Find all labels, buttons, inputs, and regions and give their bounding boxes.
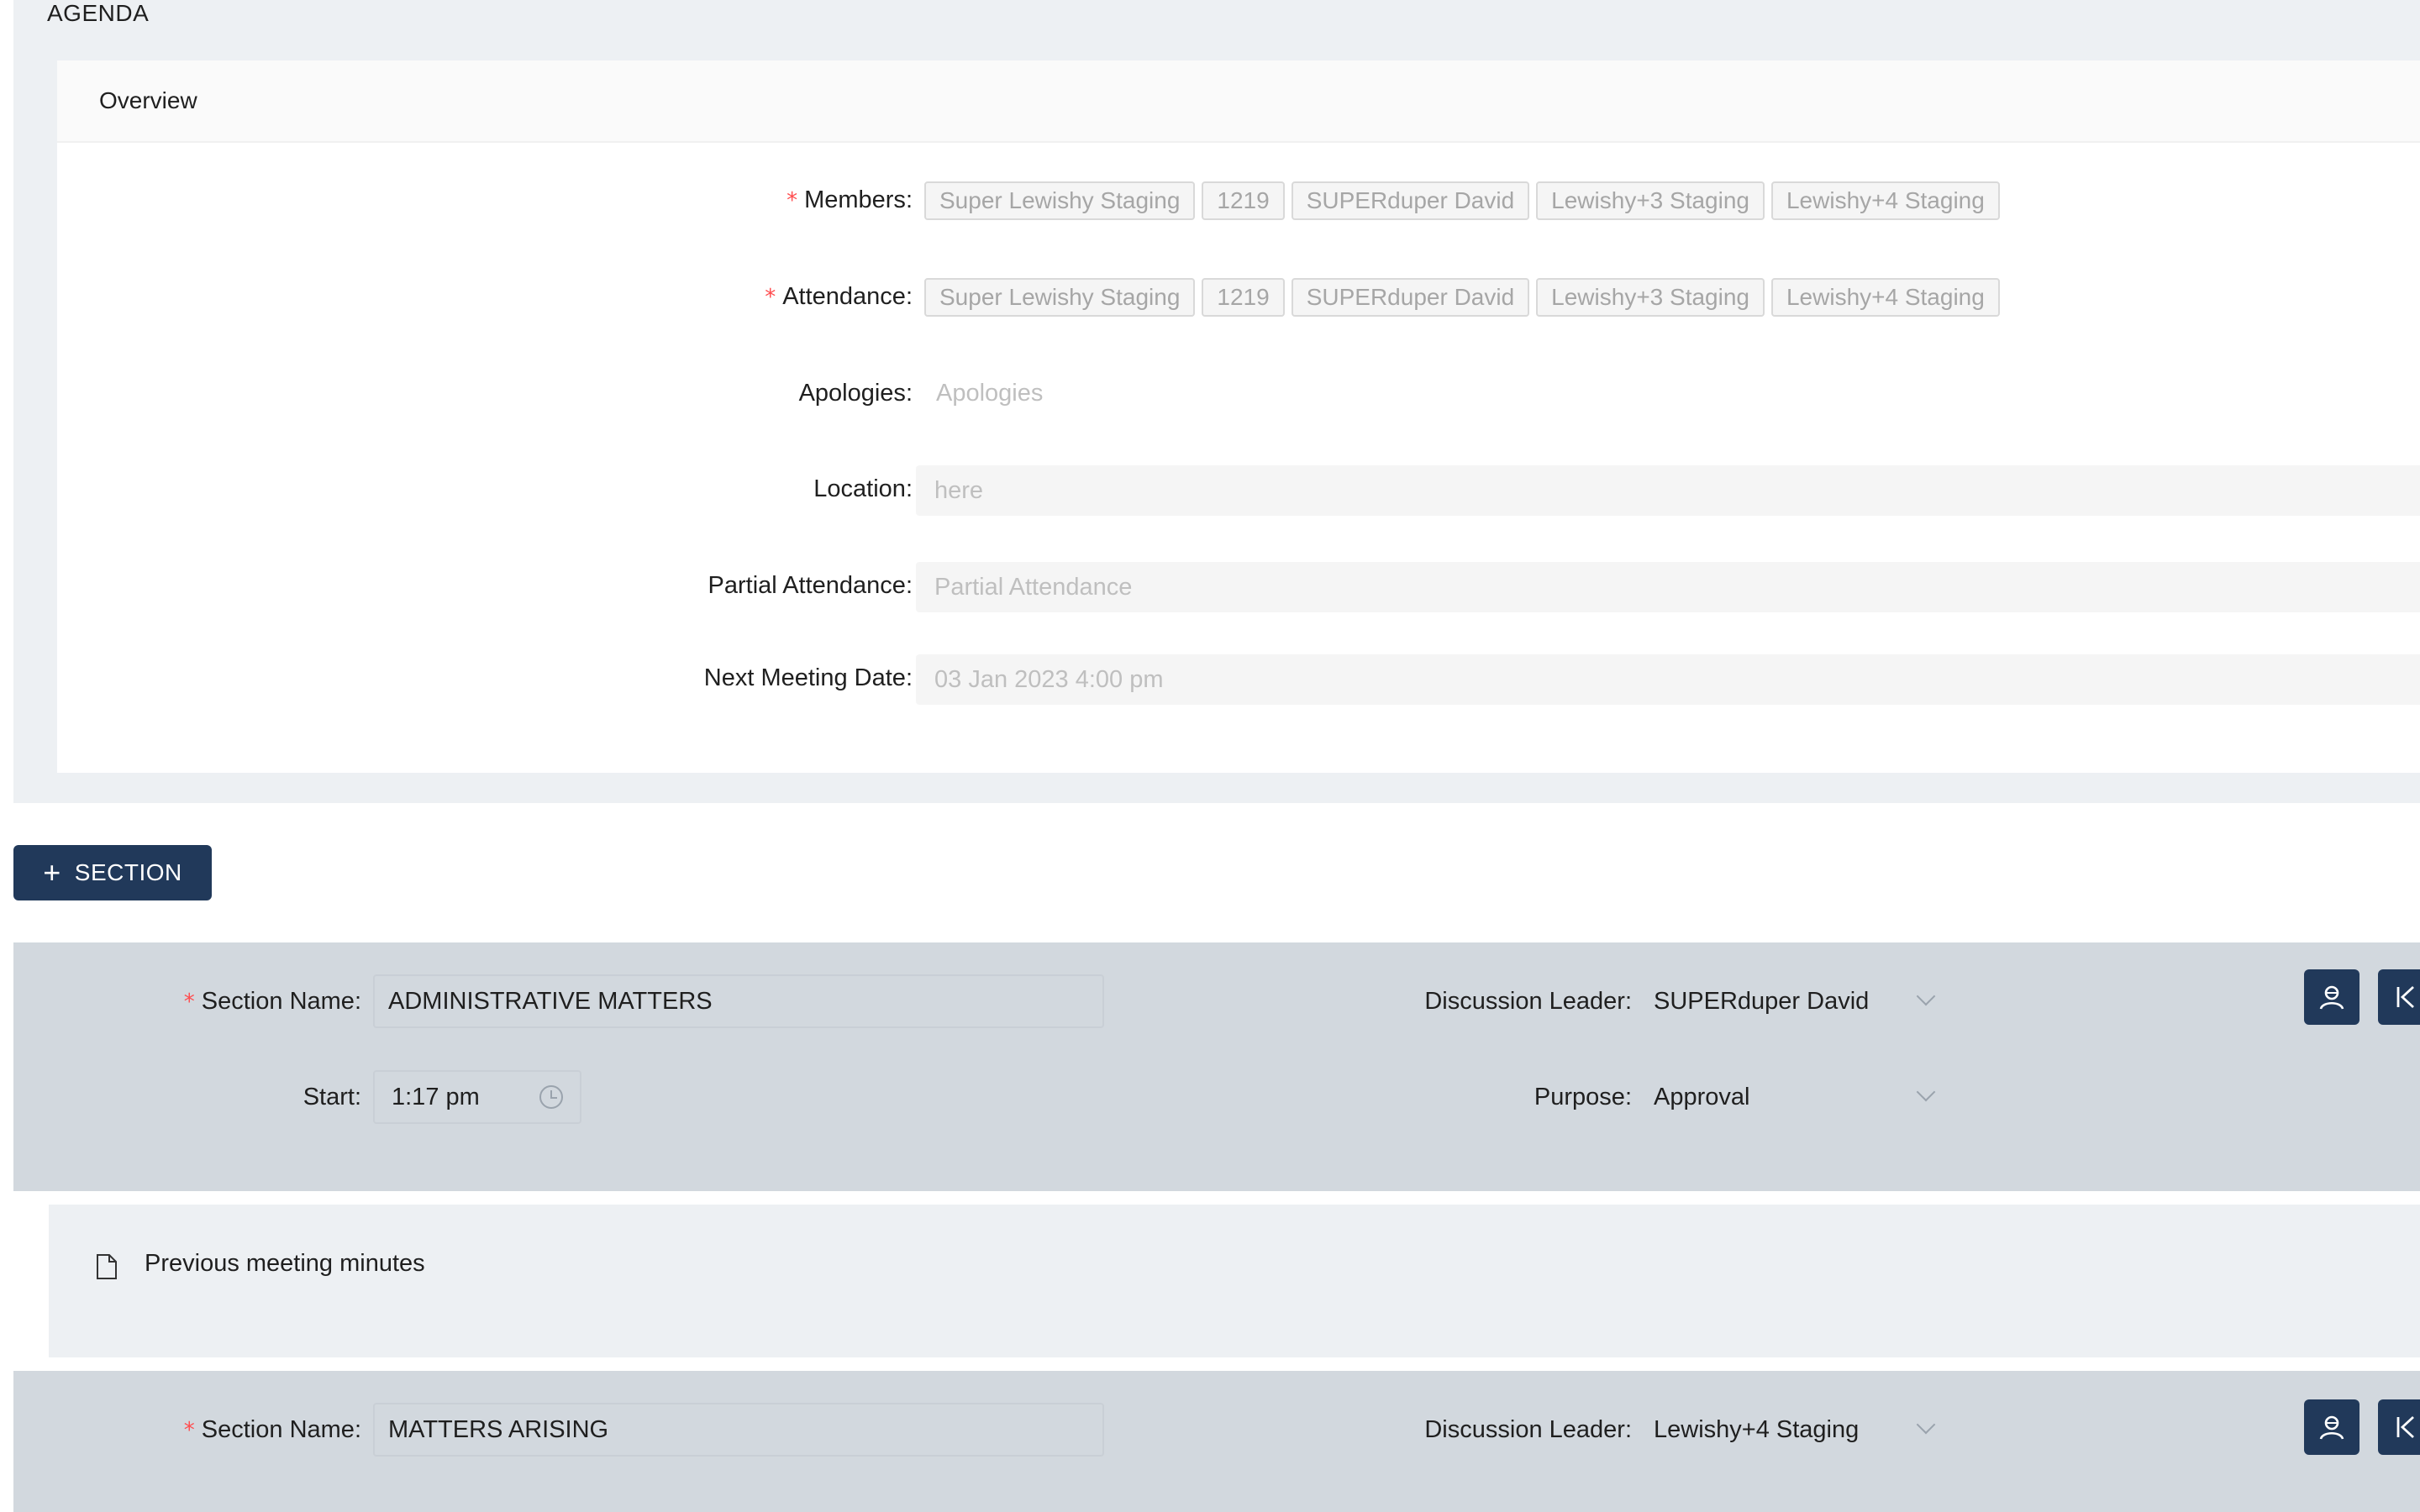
member-tag: 1219	[1202, 181, 1285, 220]
collapse-button[interactable]	[2378, 969, 2420, 1025]
discussion-leader-select[interactable]: SUPERduper David	[1654, 978, 2007, 1025]
collapse-left-icon	[2396, 985, 2414, 1009]
attendance-row: * Attendance: Super Lewishy Staging 1219 …	[57, 270, 2420, 323]
chevron-down-icon	[1916, 1082, 1936, 1102]
section-name-input[interactable]: MATTERS ARISING	[373, 1403, 1104, 1457]
start-label: Start:	[302, 1084, 361, 1110]
section-block: * Section Name: MATTERS ARISING Discussio…	[13, 1371, 2420, 1512]
partial-attendance-label: Partial Attendance:	[708, 572, 913, 599]
location-row: Location: here	[57, 462, 2420, 516]
required-mark: *	[786, 188, 798, 213]
discussion-leader-label: Discussion Leader:	[1424, 1416, 1632, 1443]
attendance-select[interactable]: Super Lewishy Staging 1219 SUPERduper Da…	[924, 278, 2000, 317]
apologies-label: Apologies:	[798, 380, 913, 407]
attendance-label: * Attendance:	[765, 283, 913, 310]
section-name-label: * Section Name:	[183, 988, 361, 1015]
required-mark: *	[765, 285, 776, 310]
add-section-button[interactable]: + SECTION	[13, 845, 212, 900]
file-icon	[97, 1254, 117, 1279]
attendance-tag: Lewishy+3 Staging	[1536, 278, 1765, 317]
section-name-input[interactable]: ADMINISTRATIVE MATTERS	[373, 974, 1104, 1028]
collapse-button[interactable]	[2378, 1399, 2420, 1455]
member-tag: Lewishy+3 Staging	[1536, 181, 1765, 220]
member-tag: Lewishy+4 Staging	[1770, 181, 2000, 220]
overview-card: Overview * Members: Super Lewishy Staging…	[57, 60, 2420, 773]
agenda-item[interactable]: Previous meeting minutes	[49, 1205, 2420, 1357]
plus-icon: +	[43, 855, 61, 890]
attendance-tag: SUPERduper David	[1291, 278, 1530, 317]
discussion-leader-value: Lewishy+4 Staging	[1654, 1416, 1860, 1443]
overview-title: Overview	[99, 87, 197, 113]
purpose-select[interactable]: Approval	[1654, 1074, 2007, 1121]
attendance-tag: Super Lewishy Staging	[924, 278, 1196, 317]
next-meeting-label: Next Meeting Date:	[703, 664, 913, 691]
purpose-value: Approval	[1654, 1084, 1750, 1110]
members-row: * Members: Super Lewishy Staging 1219 SUP…	[57, 173, 2420, 227]
location-label: Location:	[813, 475, 913, 502]
apologies-row: Apologies: Apologies	[57, 366, 2420, 420]
next-meeting-date-input[interactable]: 03 Jan 2023 4:00 pm	[916, 654, 2420, 705]
discussion-leader-select[interactable]: Lewishy+4 Staging	[1654, 1406, 2007, 1453]
agenda-item-title: Previous meeting minutes	[145, 1250, 425, 1277]
required-mark: *	[183, 1418, 195, 1443]
agenda-title: AGENDA	[47, 0, 150, 26]
section-name-label: * Section Name:	[183, 1416, 361, 1443]
assign-user-button[interactable]	[2304, 1399, 2360, 1455]
clock-icon	[539, 1085, 563, 1109]
add-section-label: SECTION	[74, 859, 182, 885]
members-label: * Members:	[786, 186, 913, 213]
members-select[interactable]: Super Lewishy Staging 1219 SUPERduper Da…	[924, 181, 2000, 220]
attendance-tag: 1219	[1202, 278, 1285, 317]
member-tag: Super Lewishy Staging	[924, 181, 1196, 220]
user-icon	[2319, 985, 2344, 1010]
apologies-select[interactable]: Apologies	[936, 366, 1043, 420]
assign-user-button[interactable]	[2304, 969, 2360, 1025]
collapse-left-icon	[2396, 1415, 2414, 1439]
overview-header: Overview	[57, 60, 2420, 143]
next-meeting-row: Next Meeting Date: 03 Jan 2023 4:00 pm	[57, 651, 2420, 705]
attendance-tag: Lewishy+4 Staging	[1770, 278, 2000, 317]
discussion-leader-label: Discussion Leader:	[1424, 988, 1632, 1015]
start-time-value: 1:17 pm	[392, 1084, 480, 1110]
member-tag: SUPERduper David	[1291, 181, 1530, 220]
user-icon	[2319, 1415, 2344, 1440]
partial-attendance-row: Partial Attendance: Partial Attendance	[57, 559, 2420, 612]
discussion-leader-value: SUPERduper David	[1654, 988, 1870, 1015]
chevron-down-icon	[1916, 1415, 1936, 1435]
location-input[interactable]: here	[916, 465, 2420, 516]
agenda-panel: AGENDA Overview * Members: Super Lewishy …	[13, 0, 2420, 803]
section-block: * Section Name: ADMINISTRATIVE MATTERS Di…	[13, 942, 2420, 1191]
required-mark: *	[183, 990, 195, 1015]
purpose-label: Purpose:	[1534, 1084, 1632, 1110]
partial-attendance-input[interactable]: Partial Attendance	[916, 562, 2420, 612]
start-time-input[interactable]: 1:17 pm	[373, 1070, 581, 1124]
chevron-down-icon	[1916, 986, 1936, 1006]
